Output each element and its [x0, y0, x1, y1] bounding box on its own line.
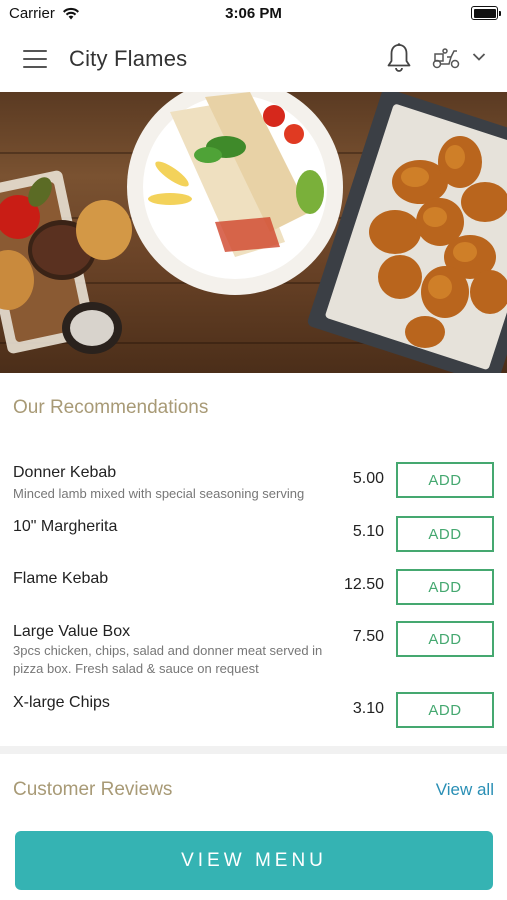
- menu-icon[interactable]: [23, 50, 47, 68]
- status-bar: Carrier 3:06 PM: [0, 0, 507, 28]
- app-header: City Flames: [0, 28, 507, 92]
- add-button[interactable]: ADD: [396, 569, 494, 605]
- customer-reviews-heading: Customer Reviews: [13, 779, 173, 800]
- item-name: Large Value Box: [13, 623, 131, 640]
- bell-icon[interactable]: [385, 42, 413, 74]
- delivery-scooter-icon[interactable]: [430, 46, 462, 70]
- item-name: 10" Margherita: [13, 518, 118, 535]
- item-description: Minced lamb mixed with special seasoning…: [13, 486, 305, 501]
- food-illustration: [0, 92, 507, 373]
- list-item: Flame Kebab 12.50 ADD: [0, 568, 507, 608]
- add-button[interactable]: ADD: [396, 621, 494, 657]
- hero-food-image: [0, 92, 507, 373]
- section-divider: [0, 746, 507, 754]
- list-item: X-large Chips 3.10 ADD: [0, 692, 507, 732]
- item-name: X-large Chips: [13, 694, 110, 711]
- item-price: 5.00: [352, 470, 384, 487]
- item-name: Donner Kebab: [13, 464, 117, 481]
- view-all-reviews-link[interactable]: View all: [436, 780, 494, 800]
- restaurant-title: City Flames: [69, 46, 188, 71]
- list-item: Large Value Box 3pcs chicken, chips, sal…: [0, 621, 507, 681]
- recommendations-heading: Our Recommendations: [13, 397, 209, 418]
- item-price: 7.50: [352, 628, 384, 645]
- item-price: 12.50: [343, 576, 384, 593]
- clock: 3:06 PM: [225, 5, 282, 22]
- item-price: 5.10: [352, 523, 384, 540]
- add-button[interactable]: ADD: [396, 516, 494, 552]
- battery-icon: [471, 6, 501, 20]
- list-item: Donner Kebab Minced lamb mixed with spec…: [0, 462, 507, 514]
- add-button[interactable]: ADD: [396, 692, 494, 728]
- list-item: 10" Margherita 5.10 ADD: [0, 515, 507, 555]
- item-price: 3.10: [352, 700, 384, 717]
- item-description: 3pcs chicken, chips, salad and donner me…: [13, 643, 323, 676]
- view-menu-button[interactable]: VIEW MENU: [15, 831, 493, 890]
- add-button[interactable]: ADD: [396, 462, 494, 498]
- chevron-down-icon[interactable]: [472, 52, 486, 62]
- item-name: Flame Kebab: [13, 570, 109, 587]
